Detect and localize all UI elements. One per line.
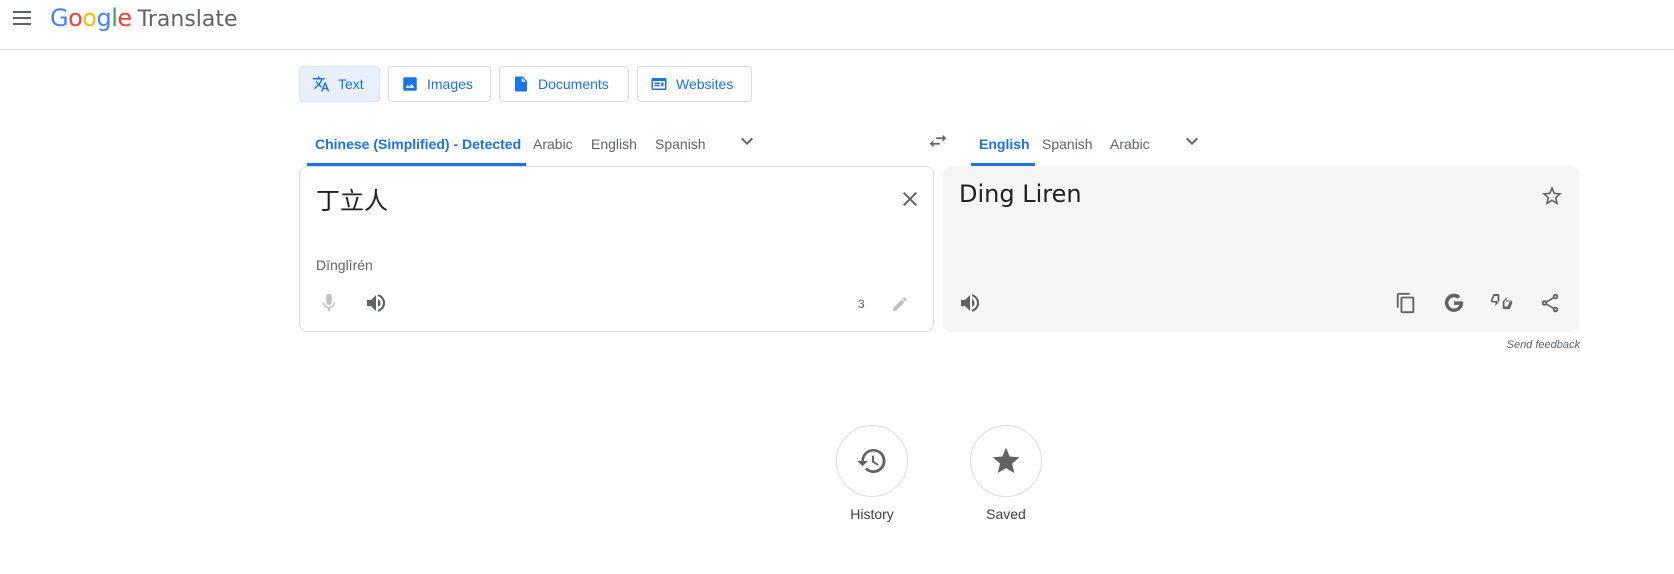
swap-icon <box>929 134 947 148</box>
mode-tab-label: Text <box>338 76 364 92</box>
chevron-down-icon <box>741 137 753 145</box>
listen-source-button[interactable] <box>362 289 390 317</box>
target-lang-english[interactable]: English <box>979 123 1030 165</box>
history-button[interactable] <box>836 425 908 497</box>
app-logo[interactable]: Google Translate <box>50 4 238 34</box>
target-lang-arabic[interactable]: Arabic <box>1110 123 1150 165</box>
target-lang-more-button[interactable] <box>1180 129 1204 153</box>
share-translation-button[interactable] <box>1536 289 1564 317</box>
logo-product-name: Translate <box>137 7 238 32</box>
character-count: 3 <box>858 297 865 311</box>
mode-tab-images[interactable]: Images <box>388 66 491 102</box>
share-icon <box>1541 293 1559 313</box>
source-lang-more-button[interactable] <box>735 129 759 153</box>
source-romanization: Dīnglìrén <box>316 257 373 273</box>
close-icon <box>903 192 917 206</box>
mode-tab-label: Images <box>427 76 473 92</box>
rate-translation-button[interactable] <box>1488 289 1516 317</box>
send-feedback-link[interactable]: Send feedback <box>1440 339 1580 351</box>
target-text-panel: Ding Liren <box>943 166 1579 332</box>
edit-button[interactable] <box>888 292 912 316</box>
clear-source-button[interactable] <box>895 184 925 214</box>
copy-translation-button[interactable] <box>1392 289 1420 317</box>
app-header: Google Translate <box>0 0 1674 50</box>
speaker-icon <box>367 294 386 312</box>
microphone-icon <box>322 293 336 312</box>
source-lang-arabic[interactable]: Arabic <box>533 123 573 165</box>
mode-tab-label: Websites <box>676 76 734 92</box>
mode-tab-label: Documents <box>538 76 609 92</box>
google-search-button[interactable] <box>1440 289 1468 317</box>
saved-label: Saved <box>986 506 1026 522</box>
speaker-icon <box>961 294 980 312</box>
history-label: History <box>850 506 894 522</box>
google-g-icon <box>1444 293 1464 312</box>
mode-tab-websites[interactable]: Websites <box>637 66 752 102</box>
save-translation-button[interactable] <box>1537 181 1567 211</box>
star-outline-icon <box>1542 186 1562 205</box>
swap-languages-button[interactable] <box>926 129 950 153</box>
image-icon <box>403 77 417 91</box>
mode-tab-text[interactable]: Text <box>299 66 380 102</box>
copy-icon <box>1396 292 1415 314</box>
document-icon <box>515 76 527 92</box>
main-menu-icon[interactable] <box>10 6 34 30</box>
website-icon <box>651 78 667 90</box>
translate-icon <box>312 76 330 92</box>
star-filled-icon <box>992 447 1020 473</box>
listen-translation-button[interactable] <box>956 289 984 317</box>
saved-button[interactable] <box>970 425 1042 497</box>
source-text-panel[interactable]: 丁立人 Dīnglìrén 3 <box>299 166 934 332</box>
mode-tab-documents[interactable]: Documents <box>499 66 629 102</box>
translated-text[interactable]: Ding Liren <box>959 180 1082 208</box>
voice-input-button[interactable] <box>315 289 343 317</box>
source-text-input[interactable]: 丁立人 <box>316 181 388 216</box>
source-lang-detected[interactable]: Chinese (Simplified) - Detected <box>315 123 521 165</box>
source-lang-english[interactable]: English <box>591 123 637 165</box>
source-lang-spanish[interactable]: Spanish <box>655 123 706 165</box>
pencil-icon <box>893 297 907 311</box>
target-lang-spanish[interactable]: Spanish <box>1042 123 1093 165</box>
thumbs-up-down-icon <box>1491 294 1513 310</box>
chevron-down-icon <box>1186 137 1198 145</box>
google-logo: Google <box>50 4 132 32</box>
history-icon <box>857 448 886 473</box>
